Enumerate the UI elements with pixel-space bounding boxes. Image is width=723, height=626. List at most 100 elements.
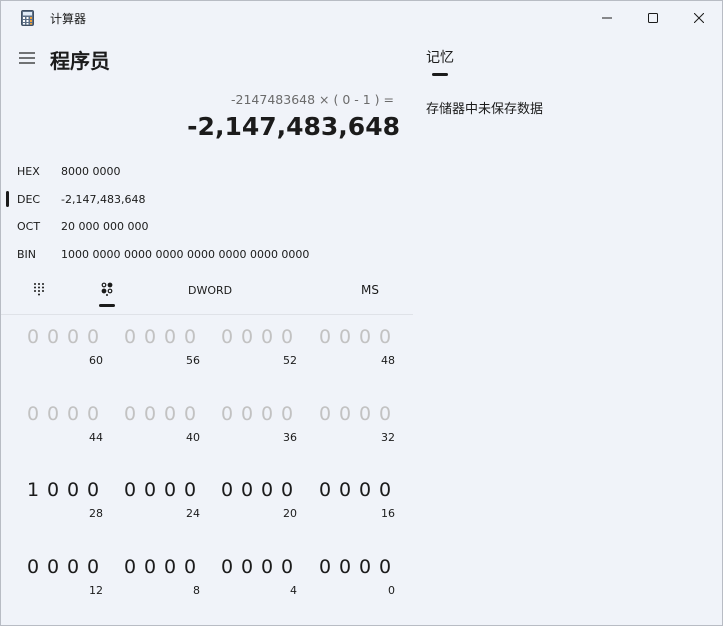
bit-position-label: 0 [388,584,395,597]
bit-toggle[interactable]: 0 [160,403,180,425]
selected-radix-indicator [6,191,9,207]
bit-toggle[interactable]: 0 [257,403,277,425]
bit-toggle[interactable]: 0 [63,556,83,578]
bit-toggle[interactable]: 0 [43,403,63,425]
bit-toggle[interactable]: 0 [375,403,395,425]
bit-group-bits: 0000 [315,403,395,425]
bit-toggle[interactable]: 0 [83,326,103,348]
bit-group-bits: 0000 [23,556,103,578]
minimize-button[interactable] [584,1,630,35]
navigation-menu-button[interactable] [15,47,39,69]
bit-toggle[interactable]: 0 [257,326,277,348]
bit-group-bits: 0000 [217,556,297,578]
bit-toggle[interactable]: 0 [180,403,200,425]
bit-toggle[interactable]: 0 [83,403,103,425]
bit-toggle[interactable]: 0 [335,326,355,348]
bit-toggle[interactable]: 0 [237,403,257,425]
bit-toggle[interactable]: 0 [120,556,140,578]
bit-toggle[interactable]: 0 [23,326,43,348]
bit-toggle[interactable]: 0 [237,479,257,501]
expression-display: -2147483648 × ( 0 - 1 ) = [231,92,394,107]
bit-toggle[interactable]: 0 [375,326,395,348]
bit-toggle[interactable]: 0 [257,479,277,501]
bit-toggle[interactable]: 0 [180,556,200,578]
bit-flip-keypad-button[interactable] [96,279,118,299]
bit-toggle[interactable]: 0 [355,556,375,578]
bit-position-label: 28 [89,507,103,520]
bit-group: 0 0 0 0 44 [23,403,103,453]
bit-toggle[interactable]: 0 [257,556,277,578]
window-title: 计算器 [50,12,87,26]
bit-toggle[interactable]: 0 [43,556,63,578]
bit-toggle[interactable]: 0 [120,479,140,501]
bit-group-bits: 0000 [23,326,103,348]
bit-toggle[interactable]: 0 [277,326,297,348]
bit-toggle[interactable]: 0 [217,326,237,348]
bit-toggle[interactable]: 0 [43,479,63,501]
bit-toggle[interactable]: 0 [83,479,103,501]
radix-label: BIN [17,248,37,261]
bit-group: 00000 [315,556,395,606]
bit-toggle[interactable]: 0 [140,403,160,425]
radix-row-hex[interactable]: HEX 8000 0000 [1,160,411,184]
bit-toggle[interactable]: 0 [355,479,375,501]
keypad-toolbar: DWORD MS [1,273,413,313]
bit-toggle[interactable]: 0 [160,556,180,578]
bit-toggle[interactable]: 0 [315,479,335,501]
bit-toggle[interactable]: 0 [375,556,395,578]
bit-toggle[interactable]: 0 [180,326,200,348]
bit-toggle[interactable]: 0 [315,403,335,425]
bit-toggle[interactable]: 0 [335,403,355,425]
word-size-button[interactable]: DWORD [188,284,232,297]
bit-toggle[interactable]: 1 [23,479,43,501]
bit-toggle[interactable]: 0 [335,479,355,501]
bit-flip-icon [101,282,113,296]
minimize-icon [602,17,612,19]
bit-toggle[interactable]: 0 [63,326,83,348]
bit-toggle[interactable]: 0 [160,479,180,501]
memory-tab[interactable]: 记忆 [426,47,454,67]
bit-toggle[interactable]: 0 [315,556,335,578]
bit-toggle[interactable]: 0 [63,479,83,501]
radix-value: 20 000 000 000 [61,220,149,233]
bit-toggle[interactable]: 0 [23,403,43,425]
bit-toggle[interactable]: 0 [277,479,297,501]
radix-row-oct[interactable]: OCT 20 000 000 000 [1,215,411,239]
calculator-window: 计算器 程序员 -2147483648 × ( 0 - 1 ) = -2,147… [0,0,723,626]
bit-toggle[interactable]: 0 [140,556,160,578]
bit-toggle[interactable]: 0 [217,556,237,578]
radix-row-dec[interactable]: DEC -2,147,483,648 [1,188,411,212]
bit-toggle[interactable]: 0 [120,403,140,425]
bit-toggle[interactable]: 0 [140,326,160,348]
bit-group-bits: 0000 [315,556,395,578]
memory-empty-message: 存储器中未保存数据 [426,102,544,117]
bit-toggle[interactable]: 0 [120,326,140,348]
bit-toggle[interactable]: 0 [217,403,237,425]
bit-toggle[interactable]: 0 [375,479,395,501]
bit-toggle[interactable]: 0 [83,556,103,578]
bit-toggle[interactable]: 0 [140,479,160,501]
full-keypad-button[interactable] [28,279,50,299]
bit-toggle[interactable]: 0 [63,403,83,425]
bit-toggle[interactable]: 0 [335,556,355,578]
maximize-button[interactable] [630,1,676,35]
bit-toggle[interactable]: 0 [180,479,200,501]
bit-toggle[interactable]: 0 [160,326,180,348]
bit-toggle[interactable]: 0 [43,326,63,348]
bit-toggle[interactable]: 0 [237,556,257,578]
bit-group: 0 0 0 0 36 [217,403,297,453]
bit-group-bits: 0000 [120,556,200,578]
bit-position-label: 36 [283,431,297,444]
bit-toggle[interactable]: 0 [277,403,297,425]
bit-toggle[interactable]: 0 [355,326,375,348]
bit-toggle[interactable]: 0 [217,479,237,501]
memory-store-button[interactable]: MS [361,283,379,297]
bit-toggle[interactable]: 0 [315,326,335,348]
bit-toggle[interactable]: 0 [23,556,43,578]
radix-label: OCT [17,220,41,233]
radix-row-bin[interactable]: BIN 1000 0000 0000 0000 0000 0000 0000 0… [1,243,411,267]
bit-toggle[interactable]: 0 [355,403,375,425]
close-button[interactable] [676,1,722,35]
bit-toggle[interactable]: 0 [277,556,297,578]
bit-toggle[interactable]: 0 [237,326,257,348]
